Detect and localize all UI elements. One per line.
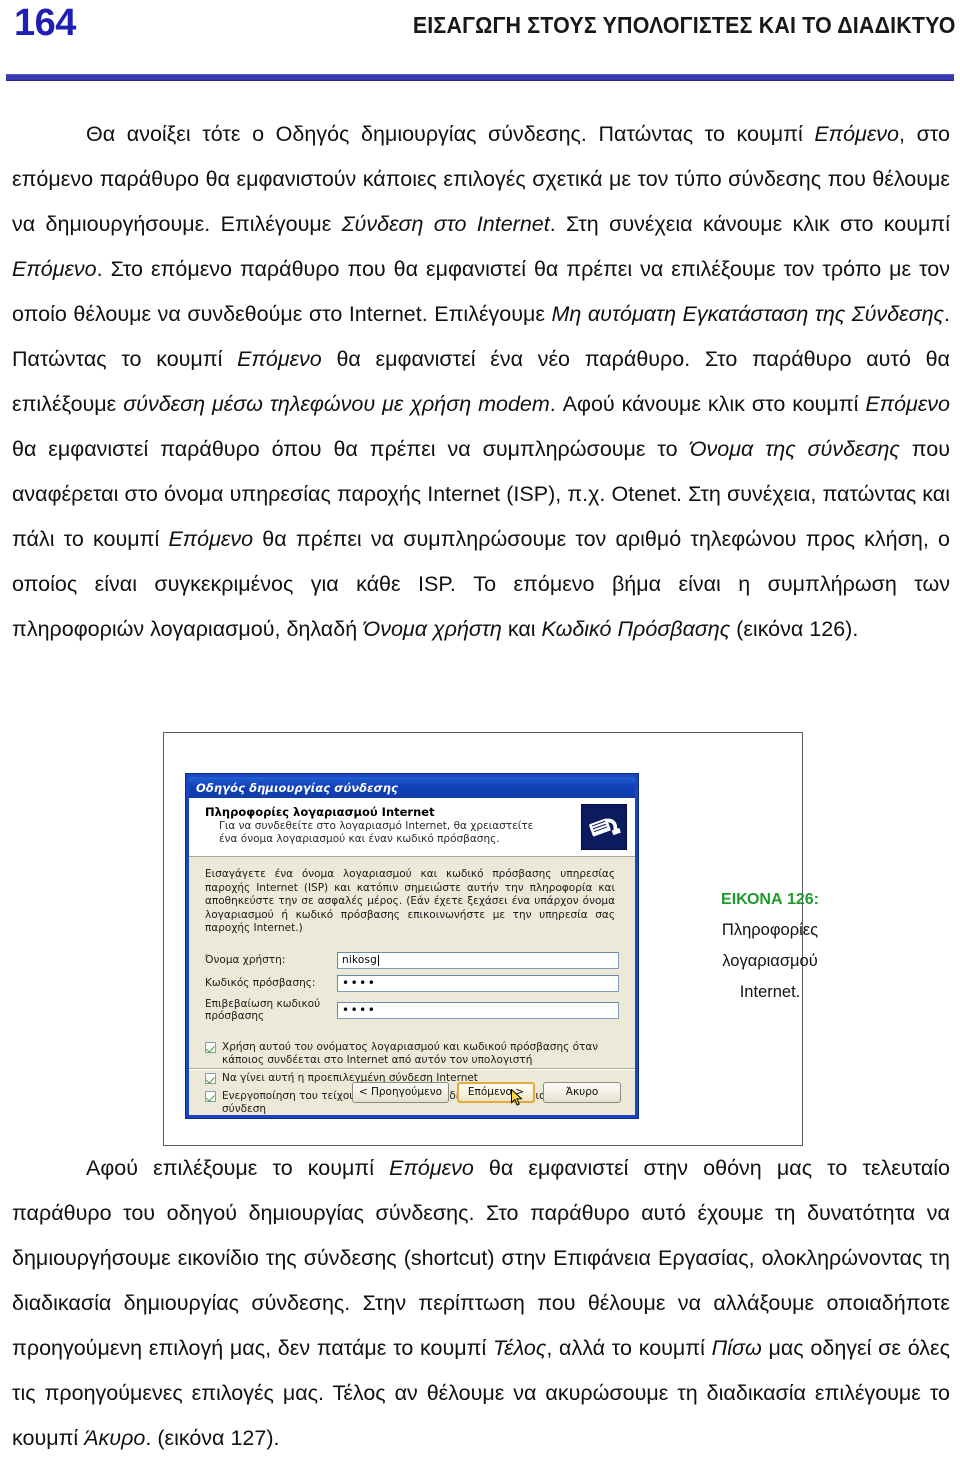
dialog-header-subtitle: Για να συνδεθείτε στο λογαριασμό Interne… (219, 820, 534, 845)
modem-phone-icon (581, 804, 627, 850)
username-label: Όνομα χρήστη: (205, 953, 286, 966)
dialog-header-banner: Πληροφορίες λογαριασμού Internet Για να … (189, 798, 635, 857)
paragraph-2-text: Αφού επιλέξουμε το κουμπί Επόμενο θα εμφ… (12, 1156, 950, 1450)
dialog-body: Εισαγάγετε ένα όνομα λογαριασμού και κωδ… (189, 857, 635, 1115)
first-line-indent-2 (12, 1156, 86, 1180)
back-button[interactable]: < Προηγούμενο (351, 1081, 449, 1103)
dialog-title-text: Οδηγός δημιουργίας σύνδεσης (196, 780, 398, 795)
confirm-password-value: •••• (342, 1003, 377, 1017)
username-value: nikosg (342, 954, 378, 966)
text-caret (378, 954, 380, 966)
dialog-header-title: Πληροφορίες λογαριασμού Internet (205, 805, 435, 819)
dialog-footer: < Προηγούμενο Επόμενο > Άκυρο (189, 1068, 635, 1115)
paragraph-before-figure: Θα ανοίξει τότε ο Οδηγός δημιουργίας σύν… (12, 112, 950, 652)
page-header: 164 ΕΙΣΑΓΩΓΗ ΣΤΟΥΣ ΥΠΟΛΟΓΙΣΤΕΣ ΚΑΙ ΤΟ ΔΙ… (0, 0, 960, 92)
new-connection-wizard-dialog: Οδηγός δημιουργίας σύνδεσης Πληροφορίες … (186, 774, 638, 1118)
checkbox-shared-credentials-icon[interactable] (205, 1041, 216, 1053)
running-head-title: ΕΙΣΑΓΩΓΗ ΣΤΟΥΣ ΥΠΟΛΟΓΙΣΤΕΣ ΚΑΙ ΤΟ ΔΙΑΔΙΚ… (413, 12, 956, 38)
paragraph-after-figure: Αφού επιλέξουμε το κουμπί Επόμενο θα εμφ… (12, 1146, 950, 1461)
password-input[interactable]: •••• (337, 974, 619, 992)
username-input[interactable]: nikosg (337, 951, 619, 969)
figure-caption-line-1: Πληροφορίες (721, 921, 819, 939)
password-value: •••• (342, 976, 377, 990)
figure-caption: ΕΙΚΟΝΑ 126: Πληροφορίες λογαριασμού Inte… (660, 884, 880, 1008)
next-button[interactable]: Επόμενο > (457, 1081, 535, 1103)
figure-caption-line-2: λογαριασμού (722, 952, 818, 970)
page-number: 164 (14, 2, 76, 44)
figure-caption-label: ΕΙΚΟΝΑ 126: (721, 891, 819, 908)
header-divider-rule (6, 74, 954, 81)
cancel-button[interactable]: Άκυρο (543, 1081, 621, 1103)
checkbox-row-shared-credentials[interactable]: Χρήση αυτού του ονόματος λογαριασμού και… (205, 1041, 619, 1067)
confirm-password-input[interactable]: •••• (337, 1001, 619, 1019)
dialog-intro-text: Εισαγάγετε ένα όνομα λογαριασμού και κωδ… (205, 868, 615, 934)
account-fields-grid: Όνομα χρήστη: nikosg Κωδικός πρόσβασης: … (205, 951, 619, 1023)
confirm-password-label: Επιβεβαίωση κωδικού πρόσβασης (205, 997, 321, 1023)
password-label: Κωδικός πρόσβασης: (205, 976, 316, 989)
first-line-indent (12, 122, 86, 146)
checkbox-shared-credentials-label: Χρήση αυτού του ονόματος λογαριασμού και… (222, 1040, 599, 1066)
dialog-titlebar: Οδηγός δημιουργίας σύνδεσης (189, 777, 635, 798)
paragraph-1-text: Θα ανοίξει τότε ο Οδηγός δημιουργίας σύν… (12, 122, 950, 641)
figure-caption-line-3: Internet. (739, 983, 801, 1001)
